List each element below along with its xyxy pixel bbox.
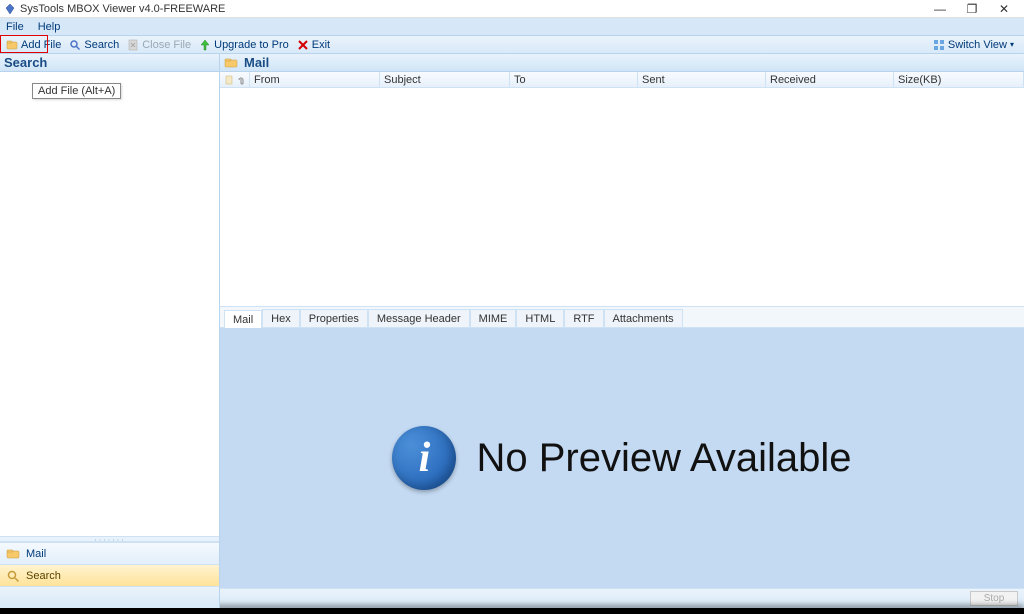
menubar: File Help [0, 18, 1024, 36]
add-file-tooltip: Add File (Alt+A) [32, 83, 121, 99]
col-from[interactable]: From [250, 72, 380, 87]
mail-header-icon [224, 56, 238, 70]
window-titlebar: SysTools MBOX Viewer v4.0-FREEWARE — ❐ ✕ [0, 0, 1024, 18]
main-area: Search Add File (Alt+A) • • • • • • • Ma… [0, 54, 1024, 608]
search-nav-icon [6, 569, 20, 583]
tab-attachments[interactable]: Attachments [604, 309, 683, 327]
col-status-icons[interactable] [220, 72, 250, 87]
close-button[interactable]: ✕ [994, 2, 1014, 16]
menu-file[interactable]: File [6, 21, 24, 33]
toolbar: Add File Search Close File Upgrade to Pr… [0, 36, 1024, 54]
tab-mail[interactable]: Mail [224, 310, 262, 328]
flag-icon [224, 75, 234, 85]
mail-grid-header: From Subject To Sent Received Size(KB) [220, 72, 1024, 88]
col-to[interactable]: To [510, 72, 638, 87]
nav-item-mail[interactable]: Mail [0, 542, 219, 564]
close-file-label: Close File [142, 39, 191, 51]
search-icon [69, 39, 81, 51]
upgrade-arrow-icon [199, 39, 211, 51]
tree-view[interactable]: Add File (Alt+A) [0, 72, 219, 536]
switch-view-button[interactable]: Switch View ▾ [933, 39, 1022, 51]
col-received[interactable]: Received [766, 72, 894, 87]
right-panel-header: Mail [220, 54, 1024, 72]
tab-properties[interactable]: Properties [300, 309, 368, 327]
window-title: SysTools MBOX Viewer v4.0-FREEWARE [20, 3, 930, 15]
switch-view-label: Switch View [948, 39, 1007, 51]
minimize-button[interactable]: — [930, 2, 950, 16]
left-panel: Search Add File (Alt+A) • • • • • • • Ma… [0, 54, 220, 608]
statusbar: Stop [220, 588, 1024, 608]
mail-folder-icon [6, 547, 20, 561]
attachment-icon [236, 75, 246, 85]
col-size[interactable]: Size(KB) [894, 72, 1024, 87]
app-icon [4, 3, 16, 15]
nav-section: Mail Search [0, 542, 219, 586]
search-button[interactable]: Search [65, 37, 123, 53]
nav-mail-label: Mail [26, 548, 46, 560]
taskbar-edge [0, 608, 1024, 614]
stop-button[interactable]: Stop [970, 591, 1018, 606]
preview-pane: i No Preview Available [220, 328, 1024, 588]
tab-hex[interactable]: Hex [262, 309, 300, 327]
right-header-label: Mail [244, 55, 269, 70]
exit-label: Exit [312, 39, 330, 51]
maximize-button[interactable]: ❐ [962, 2, 982, 16]
upgrade-label: Upgrade to Pro [214, 39, 289, 51]
window-controls: — ❐ ✕ [930, 2, 1020, 16]
exit-button[interactable]: Exit [293, 37, 334, 53]
view-icon [933, 39, 945, 51]
col-sent[interactable]: Sent [638, 72, 766, 87]
col-subject[interactable]: Subject [380, 72, 510, 87]
left-footer [0, 586, 219, 608]
tab-rtf[interactable]: RTF [564, 309, 603, 327]
dropdown-arrow-icon: ▾ [1010, 40, 1014, 49]
nav-item-search[interactable]: Search [0, 564, 219, 586]
right-panel: Mail From Subject To Sent Received Size(… [220, 54, 1024, 608]
no-preview-text: No Preview Available [476, 436, 851, 481]
search-label: Search [84, 39, 119, 51]
tab-html[interactable]: HTML [516, 309, 564, 327]
info-icon: i [392, 426, 456, 490]
mail-grid-body[interactable] [220, 88, 1024, 306]
left-panel-header: Search [0, 54, 219, 72]
close-file-icon [127, 39, 139, 51]
nav-search-label: Search [26, 570, 61, 582]
tab-mime[interactable]: MIME [470, 309, 517, 327]
folder-add-icon [6, 39, 18, 51]
add-file-button[interactable]: Add File [2, 37, 65, 53]
menu-help[interactable]: Help [38, 21, 61, 33]
upgrade-button[interactable]: Upgrade to Pro [195, 37, 293, 53]
close-file-button[interactable]: Close File [123, 37, 195, 53]
preview-tabs: Mail Hex Properties Message Header MIME … [220, 306, 1024, 328]
add-file-label: Add File [21, 39, 61, 51]
exit-icon [297, 39, 309, 51]
tab-message-header[interactable]: Message Header [368, 309, 470, 327]
